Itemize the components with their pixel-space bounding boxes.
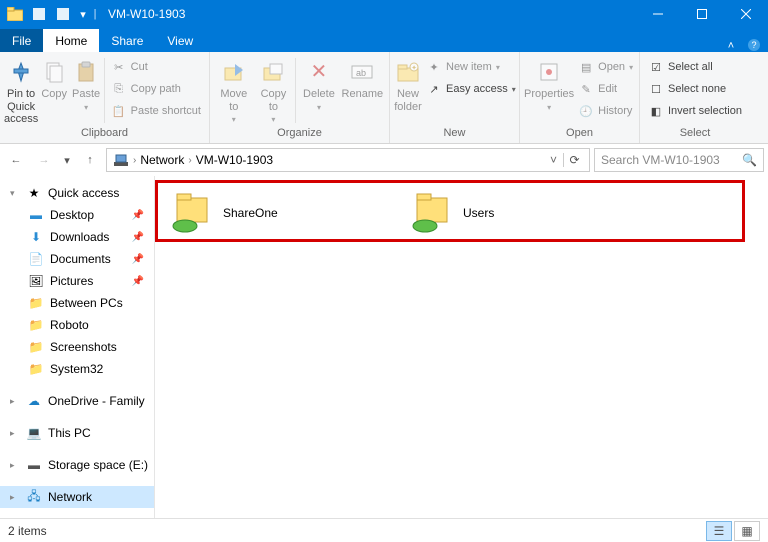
- explorer-icon: [4, 3, 26, 25]
- back-button[interactable]: ←: [4, 148, 28, 172]
- paste-button[interactable]: Paste▾: [70, 54, 102, 112]
- tab-home[interactable]: Home: [43, 29, 99, 52]
- tab-share[interactable]: Share: [99, 29, 155, 52]
- view-large-icons-button[interactable]: ▦: [734, 521, 760, 541]
- properties-button[interactable]: Properties▾: [524, 54, 574, 112]
- nav-desktop[interactable]: ▬Desktop📌: [0, 204, 154, 226]
- qat-dropdown[interactable]: ▾: [76, 3, 90, 25]
- breadcrumb-network[interactable]: Network: [138, 153, 186, 167]
- new-folder-button[interactable]: ✦ New folder: [394, 54, 422, 113]
- easy-access-button[interactable]: ↗Easy access ▾: [422, 78, 520, 100]
- breadcrumb-location[interactable]: VM-W10-1903: [194, 153, 275, 167]
- new-item-button[interactable]: ✦New item ▾: [422, 56, 520, 78]
- history-button[interactable]: 🕘History: [574, 100, 637, 122]
- shared-folder-icon: [171, 192, 213, 234]
- nav-network[interactable]: ▸🖧Network: [0, 486, 154, 508]
- qat-item-2[interactable]: [52, 3, 74, 25]
- copy-to-button[interactable]: Copy to▾: [254, 54, 294, 124]
- select-none-button[interactable]: ☐Select none: [644, 78, 746, 100]
- svg-text:✦: ✦: [411, 64, 417, 72]
- nav-documents[interactable]: 📄Documents📌: [0, 248, 154, 270]
- pin-icon: 📌: [132, 232, 150, 243]
- qat-item-1[interactable]: [28, 3, 50, 25]
- status-item-count: 2 items: [8, 524, 47, 538]
- nav-system32[interactable]: 📁System32: [0, 358, 154, 380]
- nav-screenshots[interactable]: 📁Screenshots: [0, 336, 154, 358]
- up-button[interactable]: ↑: [78, 148, 102, 172]
- tab-file[interactable]: File: [0, 29, 43, 52]
- close-button[interactable]: [724, 0, 768, 28]
- ribbon-collapse-button[interactable]: ˄: [722, 40, 740, 52]
- nav-between-pcs[interactable]: 📁Between PCs: [0, 292, 154, 314]
- search-input[interactable]: Search VM-W10-1903 🔍: [594, 148, 764, 172]
- open-button[interactable]: ▤Open ▾: [574, 56, 637, 78]
- view-details-button[interactable]: ☰: [706, 521, 732, 541]
- svg-text:?: ?: [751, 40, 756, 50]
- address-dropdown[interactable]: ˅: [546, 153, 561, 167]
- maximize-button[interactable]: [680, 0, 724, 28]
- paste-shortcut-button[interactable]: 📋Paste shortcut: [107, 100, 205, 122]
- group-label-clipboard: Clipboard: [4, 127, 205, 143]
- nav-onedrive[interactable]: ▸☁OneDrive - Family: [0, 390, 154, 412]
- minimize-button[interactable]: [636, 0, 680, 28]
- nav-downloads[interactable]: ⬇Downloads📌: [0, 226, 154, 248]
- pin-icon: 📌: [132, 276, 150, 287]
- nav-roboto[interactable]: 📁Roboto: [0, 314, 154, 336]
- nav-storage[interactable]: ▸▬Storage space (E:): [0, 454, 154, 476]
- pin-icon: 📌: [132, 210, 150, 221]
- svg-text:ab: ab: [356, 68, 366, 78]
- copy-path-button[interactable]: ⎘Copy path: [107, 78, 205, 100]
- search-icon: 🔍: [742, 153, 757, 167]
- nav-this-pc[interactable]: ▸💻This PC: [0, 422, 154, 444]
- forward-button[interactable]: →: [32, 148, 56, 172]
- group-label-organize: Organize: [214, 127, 385, 143]
- nav-quick-access[interactable]: ▾★Quick access: [0, 182, 154, 204]
- help-button[interactable]: ?: [740, 38, 768, 52]
- invert-selection-button[interactable]: ◧Invert selection: [644, 100, 746, 122]
- nav-pictures[interactable]: 🖼Pictures📌: [0, 270, 154, 292]
- move-to-button[interactable]: Move to▾: [214, 54, 254, 124]
- window-title: VM-W10-1903: [102, 7, 636, 21]
- group-label-open: Open: [524, 127, 635, 143]
- edit-button[interactable]: ✎Edit: [574, 78, 637, 100]
- select-all-button[interactable]: ☑Select all: [644, 56, 746, 78]
- cut-button[interactable]: ✂Cut: [107, 56, 205, 78]
- rename-button[interactable]: ab Rename: [340, 54, 385, 101]
- shared-folder-icon: [411, 192, 453, 234]
- navigation-pane: ▾★Quick access ▬Desktop📌 ⬇Downloads📌 📄Do…: [0, 176, 155, 518]
- delete-button[interactable]: ✕ Delete▾: [298, 54, 340, 112]
- copy-button[interactable]: Copy: [38, 54, 70, 101]
- recent-locations-button[interactable]: ▾: [60, 148, 74, 172]
- group-label-new: New: [394, 127, 515, 143]
- refresh-button[interactable]: ⟳: [563, 153, 585, 167]
- pin-to-quick-access-button[interactable]: Pin to Quick access: [4, 54, 38, 126]
- tab-view[interactable]: View: [155, 29, 205, 52]
- content-pane: ShareOne Users: [155, 176, 768, 518]
- address-bar[interactable]: › Network › VM-W10-1903 ˅ ⟳: [106, 148, 590, 172]
- pin-icon: 📌: [132, 254, 150, 265]
- group-label-select: Select: [644, 127, 746, 143]
